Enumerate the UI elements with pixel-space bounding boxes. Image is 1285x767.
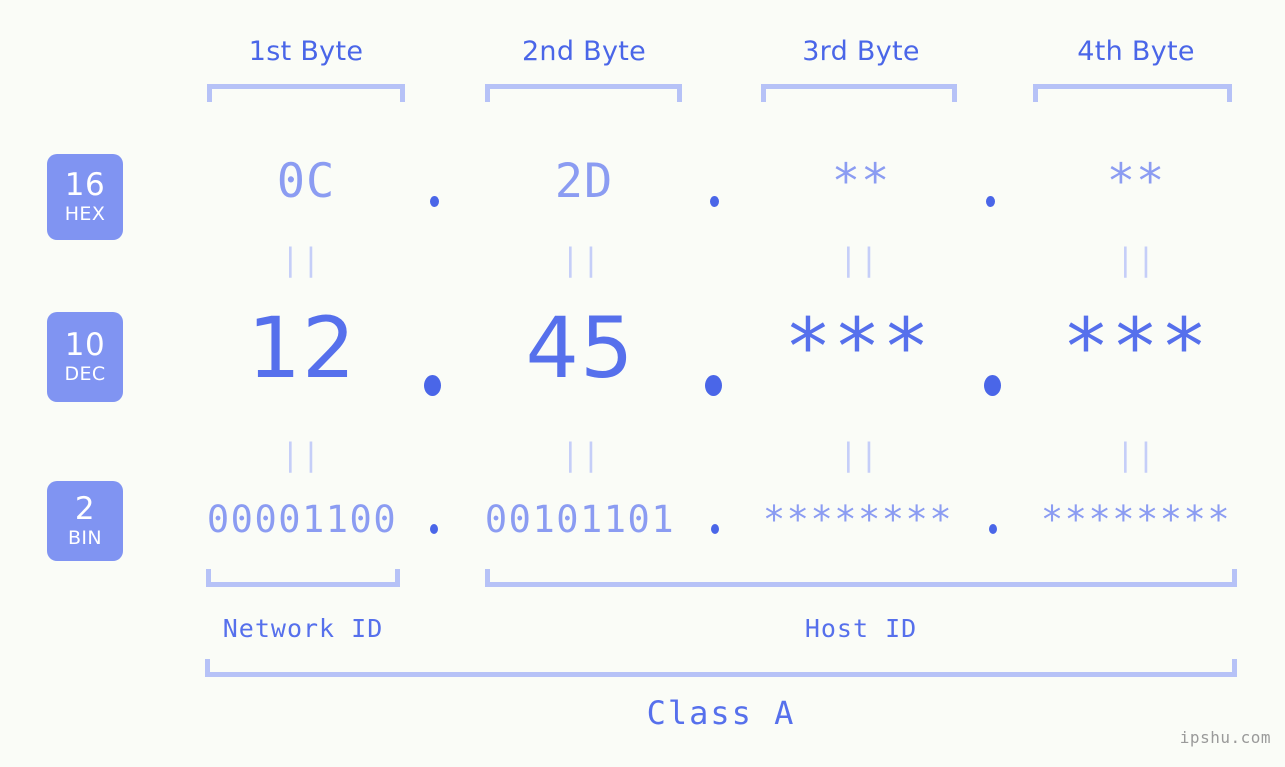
byte-header-label-1: 1st Byte — [248, 36, 364, 67]
ip-address-breakdown-diagram: 1st Byte 2nd Byte 3rd Byte 4th Byte 16 H… — [0, 0, 1285, 767]
bin-byte-value-4: ******** — [1040, 498, 1232, 541]
dec-separator-dot-3 — [984, 375, 1001, 396]
equals-connector-dec-bin-4: || — [1116, 437, 1158, 473]
equals-connector-hex-dec-3: || — [839, 242, 881, 278]
class-label: Class A — [646, 694, 796, 732]
class-bracket — [205, 659, 1237, 677]
bin-byte-value-2: 00101101 — [484, 498, 676, 541]
equals-connector-hex-dec-4: || — [1116, 242, 1158, 278]
dec-byte-value-2: 45 — [525, 299, 635, 397]
dec-byte-value-1: 12 — [247, 299, 357, 397]
base-badge-bin-number: 2 — [74, 491, 96, 527]
equals-connector-dec-bin-3: || — [839, 437, 881, 473]
byte-header-label-2: 2nd Byte — [521, 36, 647, 67]
base-badge-dec-name: DEC — [64, 363, 106, 385]
byte-header-label-3: 3rd Byte — [802, 36, 920, 67]
host-id-bracket — [485, 569, 1237, 587]
base-badge-hex-name: HEX — [64, 203, 106, 225]
hex-byte-value-2: 2D — [554, 154, 614, 209]
byte-header-label-4: 4th Byte — [1077, 36, 1195, 67]
byte-bracket-4 — [1033, 84, 1232, 102]
hex-byte-value-3: ** — [831, 154, 891, 209]
base-badge-bin-name: BIN — [67, 527, 103, 549]
base-badge-hex: 16 HEX — [47, 154, 123, 240]
equals-connector-dec-bin-1: || — [281, 437, 323, 473]
bin-byte-value-3: ******** — [762, 498, 954, 541]
byte-bracket-3 — [761, 84, 957, 102]
site-watermark: ipshu.com — [1179, 728, 1271, 747]
equals-connector-dec-bin-2: || — [561, 437, 603, 473]
hex-separator-dot-2 — [710, 196, 719, 207]
dec-byte-value-4: *** — [1062, 303, 1210, 393]
dec-separator-dot-2 — [705, 375, 722, 396]
base-badge-dec: 10 DEC — [47, 312, 123, 402]
bin-separator-dot-1 — [430, 524, 438, 534]
hex-separator-dot-1 — [430, 196, 439, 207]
dec-separator-dot-1 — [424, 375, 441, 396]
hex-byte-value-4: ** — [1106, 154, 1166, 209]
host-id-label: Host ID — [804, 614, 918, 643]
base-badge-hex-number: 16 — [64, 167, 106, 203]
hex-separator-dot-3 — [986, 196, 995, 207]
equals-connector-hex-dec-2: || — [561, 242, 603, 278]
bin-byte-value-1: 00001100 — [206, 498, 398, 541]
base-badge-dec-number: 10 — [64, 327, 106, 363]
byte-bracket-2 — [485, 84, 682, 102]
hex-byte-value-1: 0C — [276, 154, 336, 209]
network-id-label: Network ID — [222, 614, 384, 643]
bin-separator-dot-2 — [711, 524, 719, 534]
network-id-bracket — [206, 569, 400, 587]
equals-connector-hex-dec-1: || — [281, 242, 323, 278]
base-badge-bin: 2 BIN — [47, 481, 123, 561]
bin-separator-dot-3 — [989, 524, 997, 534]
dec-byte-value-3: *** — [784, 303, 932, 393]
byte-bracket-1 — [207, 84, 405, 102]
